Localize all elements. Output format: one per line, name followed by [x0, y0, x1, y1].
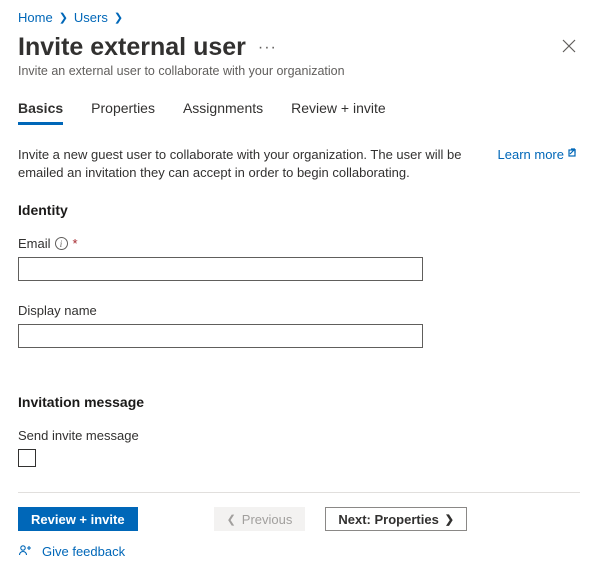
learn-more-link[interactable]: Learn more	[498, 146, 580, 164]
feedback-icon	[18, 543, 34, 559]
identity-heading: Identity	[18, 202, 580, 218]
previous-button: ❮ Previous	[214, 507, 306, 531]
email-field[interactable]	[18, 257, 423, 281]
footer-divider	[18, 492, 580, 493]
learn-more-label: Learn more	[498, 146, 564, 164]
chevron-right-icon: ❯	[445, 513, 454, 526]
footer: Review + invite ❮ Previous Next: Propert…	[18, 492, 580, 562]
review-invite-label: Review + invite	[31, 512, 125, 527]
chevron-right-icon: ❯	[59, 11, 68, 24]
breadcrumb-home[interactable]: Home	[18, 10, 53, 25]
breadcrumb-users[interactable]: Users	[74, 10, 108, 25]
close-icon	[562, 39, 576, 53]
description-row: Invite a new guest user to collaborate w…	[18, 146, 580, 182]
page-header: Invite external user ···	[18, 33, 580, 62]
breadcrumb: Home ❯ Users ❯	[18, 10, 580, 25]
external-link-icon	[568, 146, 580, 163]
info-icon[interactable]: i	[55, 237, 68, 250]
chevron-right-icon: ❯	[114, 11, 123, 24]
email-label: Email i *	[18, 236, 580, 251]
tab-bar: Basics Properties Assignments Review + i…	[18, 100, 580, 126]
give-feedback-link[interactable]: Give feedback	[18, 543, 125, 559]
tab-properties[interactable]: Properties	[91, 100, 155, 125]
invitation-heading: Invitation message	[18, 394, 580, 410]
send-invite-checkbox[interactable]	[18, 449, 36, 467]
close-button[interactable]	[558, 35, 580, 61]
next-label: Next: Properties	[338, 512, 438, 527]
give-feedback-label: Give feedback	[42, 544, 125, 559]
tab-assignments[interactable]: Assignments	[183, 100, 263, 125]
email-label-text: Email	[18, 236, 51, 251]
page-title: Invite external user	[18, 33, 246, 62]
chevron-left-icon: ❮	[227, 513, 236, 526]
display-name-field[interactable]	[18, 324, 423, 348]
required-indicator: *	[73, 236, 78, 251]
more-options-button[interactable]: ···	[258, 39, 277, 57]
next-button[interactable]: Next: Properties ❯	[325, 507, 467, 531]
page-subtitle: Invite an external user to collaborate w…	[18, 64, 580, 78]
review-invite-button[interactable]: Review + invite	[18, 507, 138, 531]
tab-basics[interactable]: Basics	[18, 100, 63, 125]
send-invite-label: Send invite message	[18, 428, 580, 443]
previous-label: Previous	[242, 512, 293, 527]
display-name-label: Display name	[18, 303, 580, 318]
tab-review-invite[interactable]: Review + invite	[291, 100, 386, 125]
send-invite-label-text: Send invite message	[18, 428, 139, 443]
description-text: Invite a new guest user to collaborate w…	[18, 146, 484, 182]
footer-buttons: Review + invite ❮ Previous Next: Propert…	[18, 507, 580, 531]
display-name-label-text: Display name	[18, 303, 97, 318]
